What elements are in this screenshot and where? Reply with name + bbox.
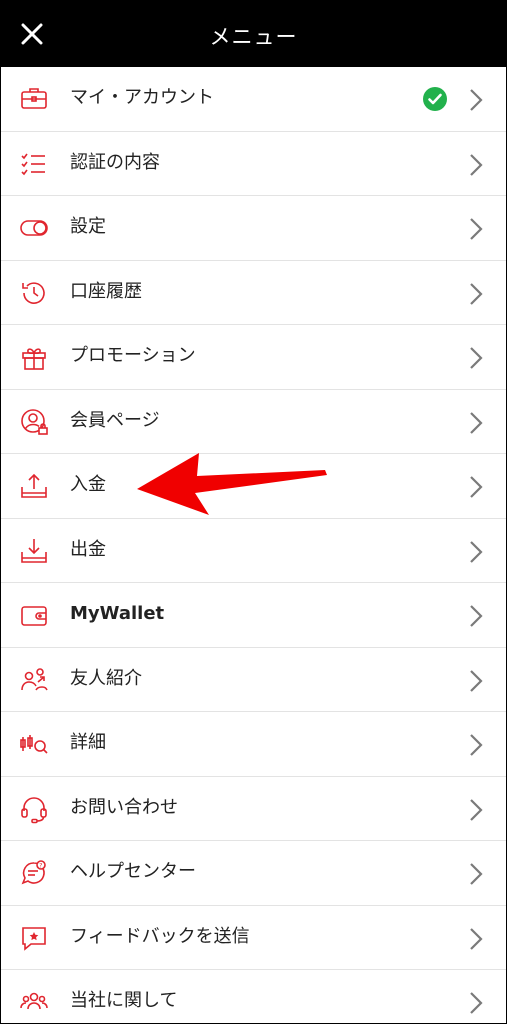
menu-item-deposit[interactable]: 入金 — [1, 454, 506, 519]
menu-item-label: 設定 — [70, 216, 106, 237]
wallet-icon — [21, 606, 47, 626]
chevron-right-icon — [470, 927, 483, 950]
gift-icon — [22, 348, 46, 370]
chevron-right-icon — [470, 798, 483, 821]
chevron-right-icon — [470, 282, 483, 305]
toggle-icon — [20, 220, 48, 236]
menu-item-label: 会員ページ — [70, 409, 160, 431]
menu-item-about-us[interactable]: 当社に関して — [1, 970, 506, 1023]
chevron-right-icon — [470, 605, 483, 627]
chevron-right-icon — [470, 669, 483, 692]
chevron-right-icon — [470, 476, 483, 498]
menu-item-settings[interactable]: 設定 — [1, 196, 506, 261]
menu-item-verification[interactable]: 認証の内容 — [1, 132, 506, 196]
menu-item-label: 友人紹介 — [70, 667, 142, 689]
menu-item-refer-friend[interactable]: 友人紹介 — [1, 648, 506, 712]
menu-item-label: 口座履歴 — [70, 280, 142, 302]
checklist-icon — [21, 153, 45, 175]
menu-item-my-account[interactable]: マイ・アカウント — [1, 67, 506, 132]
download-tray-icon — [21, 538, 47, 563]
menu-item-account-history[interactable]: 口座履歴 — [1, 261, 506, 325]
menu-item-label: プロモーション — [70, 345, 196, 366]
menu-item-help-center[interactable]: ? ヘルプセンター — [1, 841, 506, 906]
candlestick-search-icon — [20, 735, 48, 754]
page-title: メニュー — [209, 25, 298, 49]
chevron-right-icon — [470, 89, 483, 111]
referral-users-icon — [21, 667, 48, 690]
menu-item-details[interactable]: 詳細 — [1, 712, 506, 777]
chevron-right-icon — [470, 218, 483, 240]
menu-item-promotions[interactable]: プロモーション — [1, 325, 506, 390]
upload-tray-icon — [21, 473, 47, 498]
chevron-right-icon — [470, 347, 483, 369]
menu-item-label: 認証の内容 — [70, 151, 160, 173]
help-chat-icon: ? — [21, 860, 46, 885]
menu-item-label: マイ・アカウント — [70, 87, 214, 108]
menu-item-label: フィードバックを送信 — [70, 925, 250, 947]
chevron-right-icon — [470, 992, 483, 1014]
clock-history-icon — [22, 281, 45, 304]
menu-item-contact[interactable]: お問い合わせ — [1, 777, 506, 841]
feedback-star-icon — [22, 926, 46, 951]
menu-screen: メニュー マイ・アカウント 認証の内容 設定 口座履歴 プロモーション 会員ペー… — [0, 0, 507, 1024]
chevron-right-icon — [470, 863, 483, 885]
chevron-right-icon — [470, 153, 483, 176]
menu-item-label: お問い合わせ — [70, 796, 178, 818]
menu-item-label: 詳細 — [70, 732, 106, 753]
menu-item-label: ヘルプセンター — [70, 861, 196, 882]
chevron-right-icon — [470, 540, 483, 563]
user-lock-icon — [21, 408, 48, 435]
chevron-right-icon — [470, 411, 483, 434]
menu-item-label: 出金 — [70, 538, 106, 560]
group-icon — [20, 992, 48, 1010]
menu-item-label: 入金 — [70, 474, 106, 495]
menu-item-withdrawal[interactable]: 出金 — [1, 519, 506, 583]
menu-item-mywallet[interactable]: MyWallet — [1, 583, 506, 648]
menu-item-feedback[interactable]: フィードバックを送信 — [1, 906, 506, 970]
menu-item-label: 当社に関して — [70, 990, 178, 1011]
verified-check-icon — [423, 87, 447, 111]
chevron-right-icon — [470, 734, 483, 756]
menu-item-label: MyWallet — [70, 603, 165, 624]
menu-list: マイ・アカウント 認証の内容 設定 口座履歴 プロモーション 会員ページ 入金 … — [1, 67, 506, 1023]
briefcase-icon — [21, 88, 47, 109]
headset-icon — [21, 796, 47, 823]
menu-item-member-page[interactable]: 会員ページ — [1, 390, 506, 454]
header-bar: メニュー — [1, 1, 506, 67]
svg-text:?: ? — [39, 863, 42, 870]
